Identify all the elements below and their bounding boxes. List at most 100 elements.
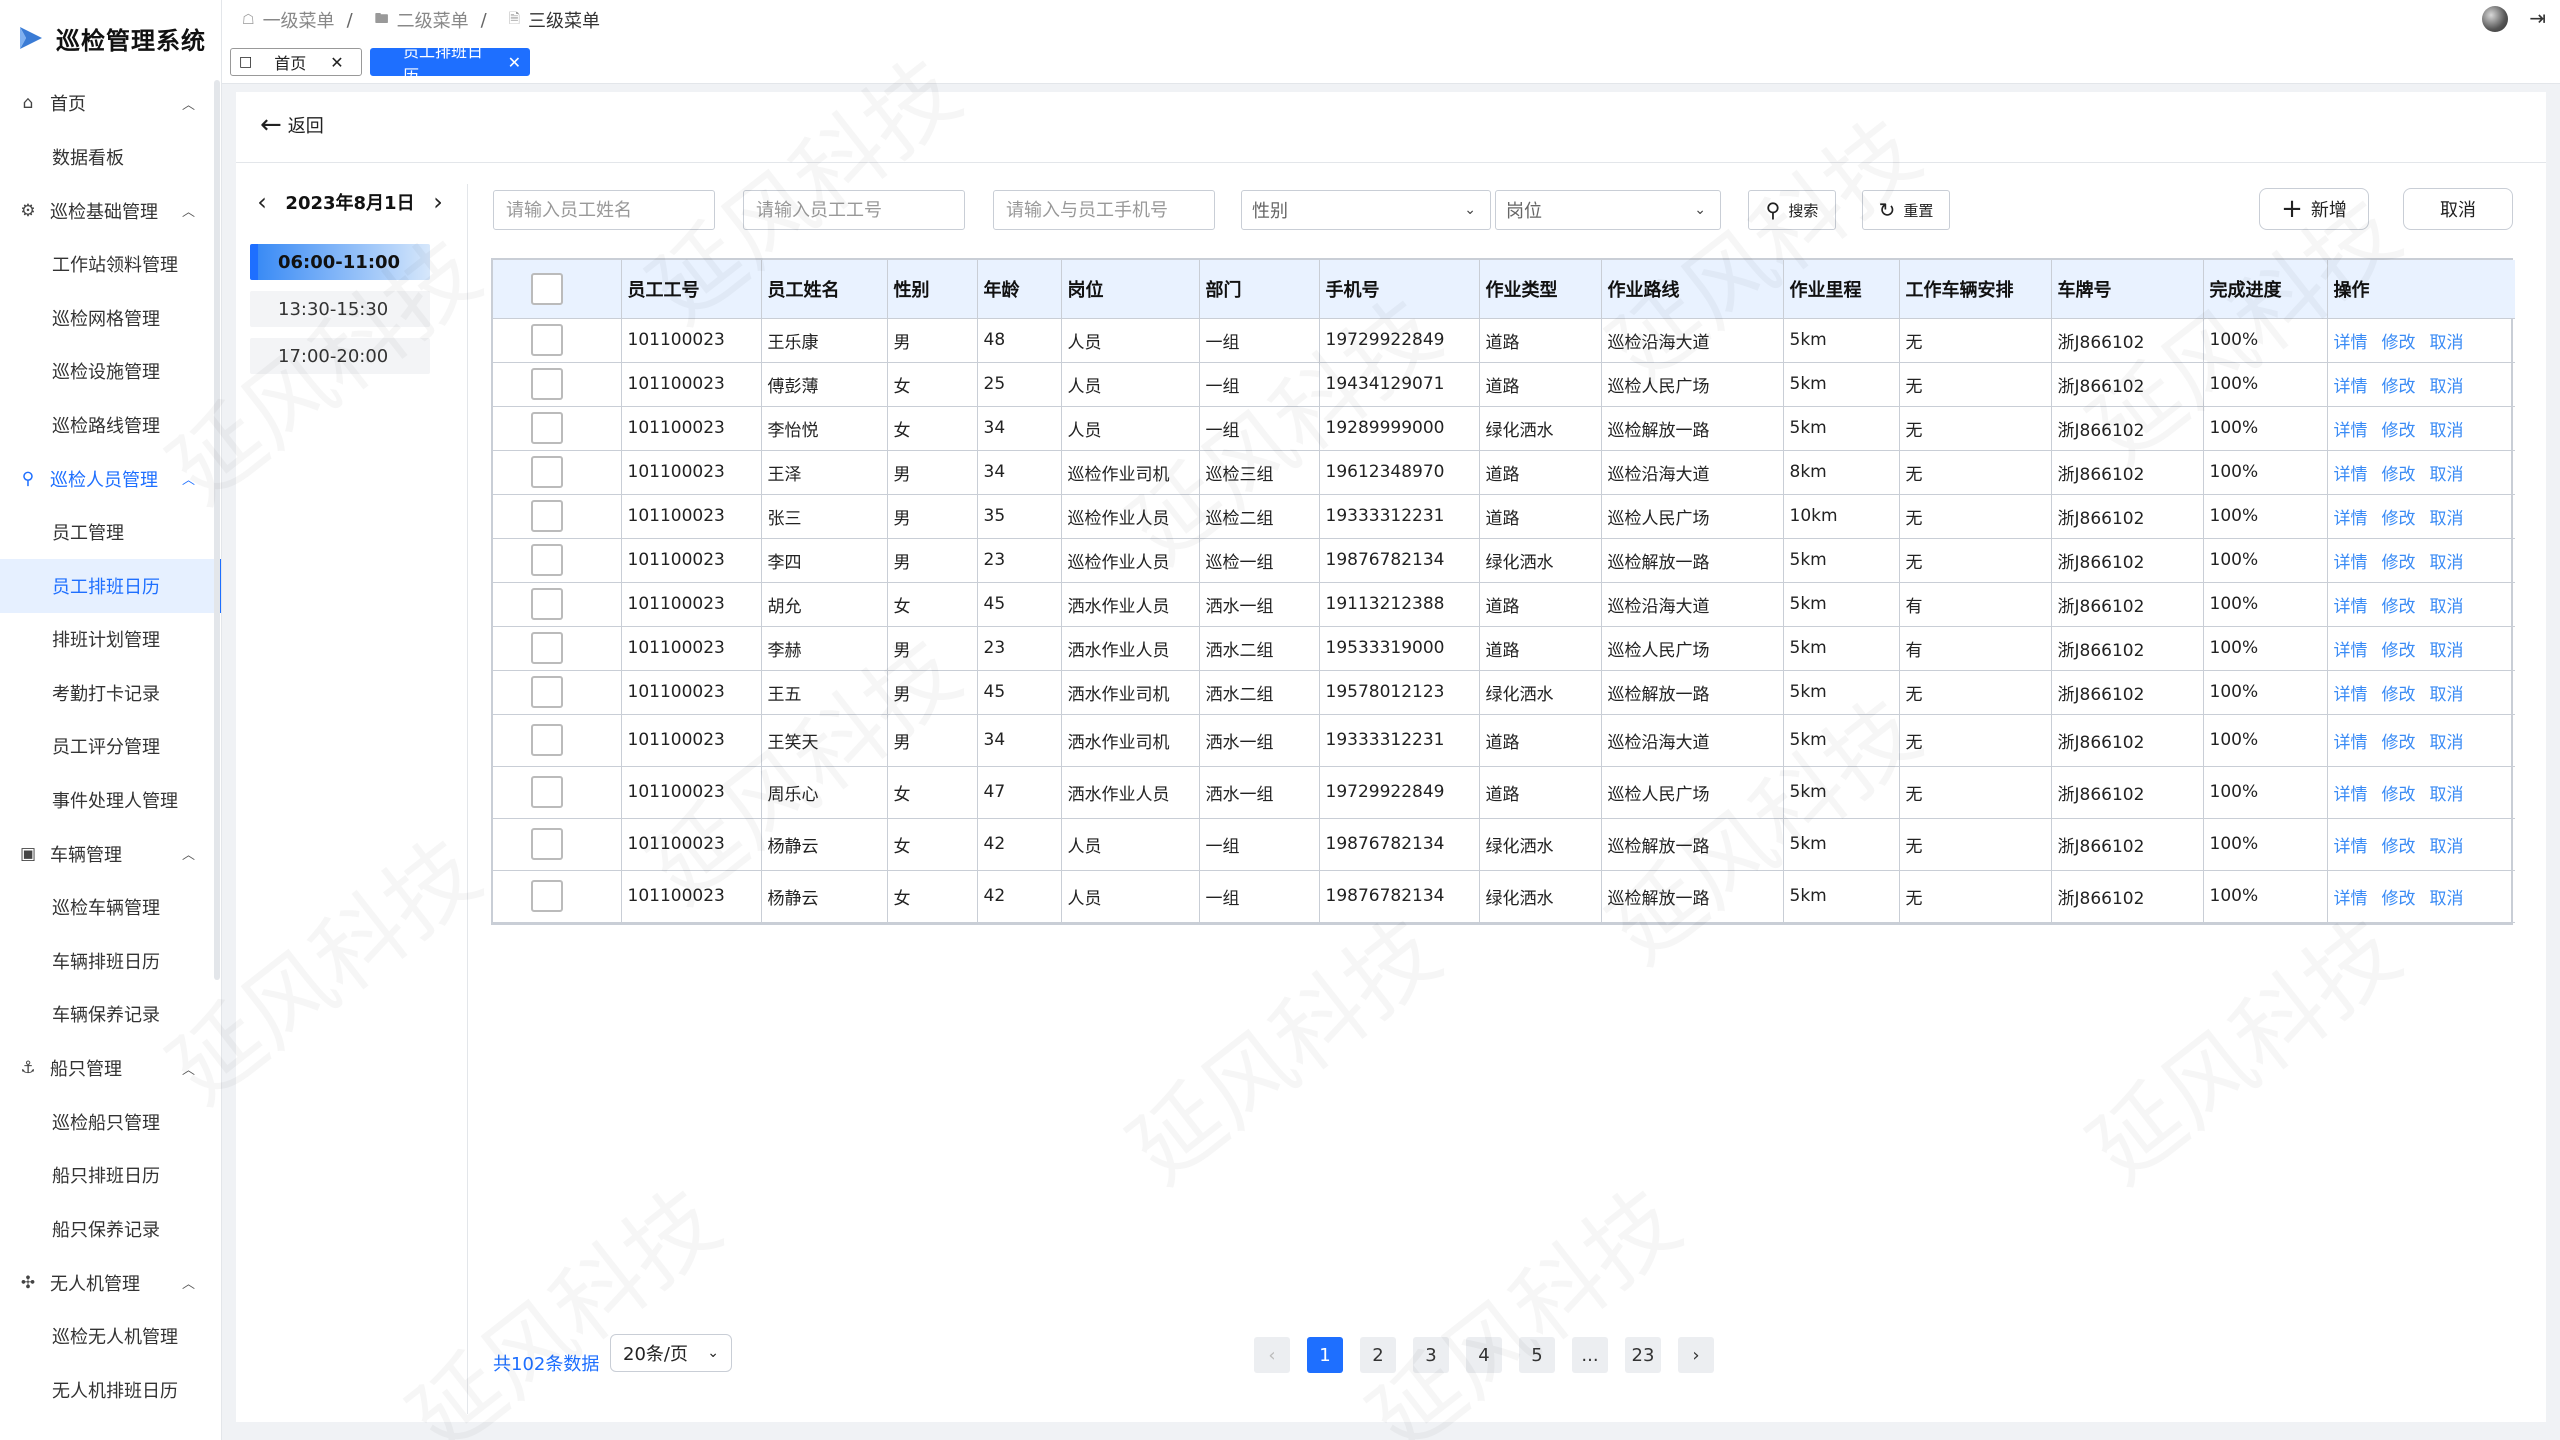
add-button[interactable]: + 新增	[2259, 188, 2369, 230]
sidebar-item[interactable]: 巡检网格管理	[0, 291, 221, 345]
details-link[interactable]: 详情	[2334, 333, 2368, 353]
sidebar-item[interactable]: 工作站领料管理	[0, 238, 221, 292]
cancel-link[interactable]: 取消	[2430, 685, 2464, 705]
prev-page-icon[interactable]: ‹	[1254, 1337, 1290, 1373]
details-link[interactable]: 详情	[2334, 685, 2368, 705]
table-row[interactable]: 101100023 周乐心女 47 洒水作业人员 洒水一组 19729922849 道路 巡检…	[493, 766, 2515, 819]
cancel-button[interactable]: 取消	[2403, 188, 2513, 230]
cancel-link[interactable]: 取消	[2430, 889, 2464, 909]
logout-icon[interactable]: ⇥	[2529, 6, 2546, 30]
employee-id-input[interactable]	[743, 190, 965, 230]
employee-name-input[interactable]	[493, 190, 715, 230]
row-checkbox[interactable]	[531, 880, 563, 912]
edit-link[interactable]: 修改	[2382, 333, 2416, 353]
sidebar-item[interactable]: 无人机排班日历	[0, 1363, 221, 1417]
page-size-select[interactable]: 20条/页 ⌄	[610, 1334, 732, 1372]
page-button[interactable]: 3	[1413, 1337, 1449, 1373]
sidebar-item[interactable]: 巡检设施管理	[0, 345, 221, 399]
details-link[interactable]: 详情	[2334, 785, 2368, 805]
sidebar-item[interactable]: 员工评分管理	[0, 720, 221, 774]
back-button[interactable]: ← 返回	[260, 112, 324, 138]
sidebar-item[interactable]: 船只排班日历	[0, 1149, 221, 1203]
details-link[interactable]: 详情	[2334, 597, 2368, 617]
row-checkbox[interactable]	[531, 776, 563, 808]
sidebar-item[interactable]: 考勤打卡记录	[0, 666, 221, 720]
row-checkbox[interactable]	[531, 368, 563, 400]
edit-link[interactable]: 修改	[2382, 837, 2416, 857]
edit-link[interactable]: 修改	[2382, 889, 2416, 909]
details-link[interactable]: 详情	[2334, 641, 2368, 661]
page-button[interactable]: 5	[1519, 1337, 1555, 1373]
table-row[interactable]: 101100023 胡允女 45 洒水作业人员 洒水一组 19113212388 道路 巡检沿…	[493, 582, 2515, 627]
table-row[interactable]: 101100023 王泽男 34 巡检作业司机 巡检三组 19612348970 道路 巡检沿…	[493, 450, 2515, 495]
edit-link[interactable]: 修改	[2382, 421, 2416, 441]
tab-employee-schedule[interactable]: 员工排班日历 ✕	[370, 42, 530, 85]
cancel-link[interactable]: 取消	[2430, 509, 2464, 529]
sidebar-item[interactable]: 巡检路线管理	[0, 398, 221, 452]
row-checkbox[interactable]	[531, 500, 563, 532]
position-select[interactable]: 岗位 ⌄	[1495, 190, 1721, 230]
cancel-link[interactable]: 取消	[2430, 465, 2464, 485]
close-icon[interactable]: ✕	[330, 53, 343, 72]
sidebar-item[interactable]: 车辆保养记录	[0, 988, 221, 1042]
page-button[interactable]: 2	[1360, 1337, 1396, 1373]
details-link[interactable]: 详情	[2334, 837, 2368, 857]
page-button[interactable]: 4	[1466, 1337, 1502, 1373]
table-row[interactable]: 101100023 傅彭薄女 25 人员 一组 19434129071 道路 巡检人民广场 5k…	[493, 362, 2515, 407]
details-link[interactable]: 详情	[2334, 509, 2368, 529]
chevron-left-icon[interactable]: ‹	[250, 188, 274, 216]
edit-link[interactable]: 修改	[2382, 553, 2416, 573]
row-checkbox[interactable]	[531, 588, 563, 620]
page-button[interactable]: 23	[1625, 1337, 1661, 1373]
details-link[interactable]: 详情	[2334, 465, 2368, 485]
edit-link[interactable]: 修改	[2382, 509, 2416, 529]
details-link[interactable]: 详情	[2334, 377, 2368, 397]
close-icon[interactable]: ✕	[508, 53, 521, 72]
edit-link[interactable]: 修改	[2382, 785, 2416, 805]
sidebar-item[interactable]: 车辆排班日历	[0, 934, 221, 988]
cancel-link[interactable]: 取消	[2430, 377, 2464, 397]
row-checkbox[interactable]	[531, 544, 563, 576]
cancel-link[interactable]: 取消	[2430, 785, 2464, 805]
chevron-right-icon[interactable]: ›	[426, 188, 450, 216]
sidebar-group[interactable]: ▣ 车辆管理 ︿	[0, 827, 221, 881]
next-page-icon[interactable]: ›	[1678, 1337, 1714, 1373]
edit-link[interactable]: 修改	[2382, 377, 2416, 397]
search-button[interactable]: ⚲ 搜索	[1748, 190, 1836, 230]
gender-select[interactable]: 性别 ⌄	[1241, 190, 1491, 230]
select-all-checkbox[interactable]	[531, 272, 563, 305]
sidebar-item[interactable]: 船只保养记录	[0, 1202, 221, 1256]
time-slot[interactable]: 06:00-11:00	[250, 244, 430, 280]
sidebar-group[interactable]: ✣ 无人机管理 ︿	[0, 1256, 221, 1310]
row-checkbox[interactable]	[531, 412, 563, 444]
sidebar-item[interactable]: 员工排班日历	[0, 559, 221, 613]
details-link[interactable]: 详情	[2334, 421, 2368, 441]
breadcrumb-level-2[interactable]: 二级菜单	[397, 7, 469, 33]
phone-input[interactable]	[993, 190, 1215, 230]
sidebar-group[interactable]: ⌂ 首页 ︿	[0, 76, 221, 130]
table-row[interactable]: 101100023 王五男 45 洒水作业司机 洒水二组 19578012123 绿化洒水巡…	[493, 670, 2515, 715]
row-checkbox[interactable]	[531, 632, 563, 664]
cancel-link[interactable]: 取消	[2430, 641, 2464, 661]
table-row[interactable]: 101100023 张三男 35 巡检作业人员 巡检二组 19333312231 道路 巡检人…	[493, 494, 2515, 539]
time-slot[interactable]: 13:30-15:30	[250, 291, 430, 327]
sidebar-group[interactable]: ⚙ 巡检基础管理 ︿	[0, 184, 221, 238]
sidebar-group[interactable]: ⚓ 船只管理 ︿	[0, 1041, 221, 1095]
breadcrumb-level-1[interactable]: 一级菜单	[263, 7, 335, 33]
details-link[interactable]: 详情	[2334, 733, 2368, 753]
row-checkbox[interactable]	[531, 456, 563, 488]
edit-link[interactable]: 修改	[2382, 465, 2416, 485]
table-row[interactable]: 101100023 王笑天男 34 洒水作业司机 洒水一组 19333312231 道路 巡检…	[493, 714, 2515, 767]
sidebar-item[interactable]: 巡检无人机管理	[0, 1310, 221, 1364]
sidebar-item[interactable]: 巡检船只管理	[0, 1095, 221, 1149]
table-row[interactable]: 101100023 李赫男 23 洒水作业人员 洒水二组 19533319000 道路 巡检人…	[493, 626, 2515, 671]
row-checkbox[interactable]	[531, 676, 563, 708]
cancel-link[interactable]: 取消	[2430, 553, 2464, 573]
row-checkbox[interactable]	[531, 324, 563, 356]
table-row[interactable]: 101100023 杨静云女 42 人员 一组 19876782134 绿化洒水 巡检解放一路…	[493, 870, 2515, 923]
sidebar-item[interactable]: 巡检车辆管理	[0, 881, 221, 935]
reset-button[interactable]: ↻ 重置	[1862, 190, 1950, 230]
row-checkbox[interactable]	[531, 724, 563, 756]
details-link[interactable]: 详情	[2334, 889, 2368, 909]
cancel-link[interactable]: 取消	[2430, 837, 2464, 857]
